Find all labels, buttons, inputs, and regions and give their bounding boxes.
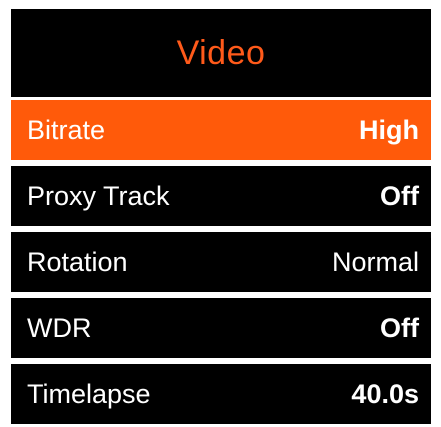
menu-item-value: Normal	[331, 246, 419, 277]
menu-item-value: 40.0s	[351, 378, 419, 409]
menu-item-value: Off	[380, 312, 419, 343]
menu-item-label: Bitrate	[27, 114, 106, 145]
menu-item-label: Rotation	[27, 246, 128, 277]
menu-item-wdr[interactable]: WDR Off	[11, 298, 431, 358]
menu-item-label: Proxy Track	[27, 180, 170, 211]
menu-item-value: High	[359, 114, 419, 145]
camera-menu-screen: Video Bitrate High Proxy Track Off Rotat…	[11, 9, 431, 427]
menu-item-proxy-track[interactable]: Proxy Track Off	[11, 166, 431, 226]
menu-item-label: Timelapse	[27, 378, 151, 409]
menu-item-label: WDR	[27, 312, 92, 343]
menu-item-timelapse[interactable]: Timelapse 40.0s	[11, 364, 431, 424]
page-title: Video	[176, 33, 266, 72]
menu-header: Video	[11, 9, 431, 97]
menu-item-bitrate[interactable]: Bitrate High	[11, 100, 431, 160]
menu-item-rotation[interactable]: Rotation Normal	[11, 232, 431, 292]
menu-item-value: Off	[380, 180, 419, 211]
